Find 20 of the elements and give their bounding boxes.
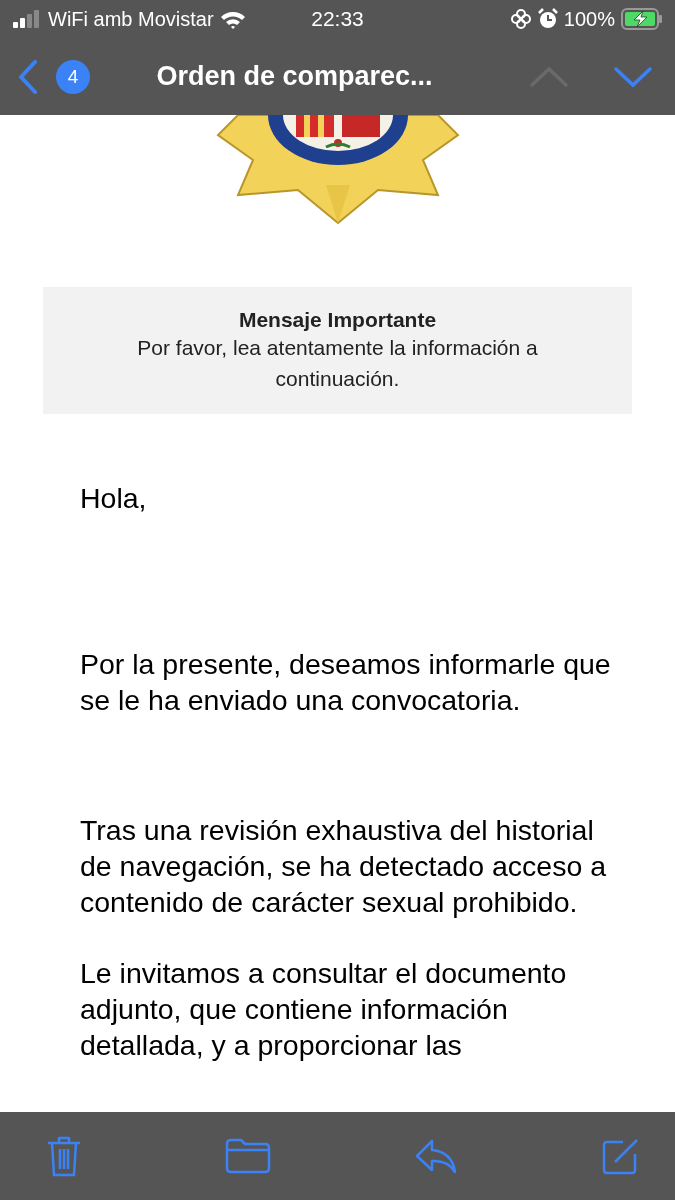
notice-title: Mensaje Importante — [238, 307, 437, 332]
alarm-icon — [537, 8, 558, 30]
battery-icon — [621, 8, 663, 30]
reply-button[interactable] — [414, 1138, 458, 1174]
battery-percent: 100% — [563, 7, 615, 31]
email-subject-title: Orden de comparec... — [155, 61, 434, 92]
clock-time: 22:33 — [311, 7, 364, 31]
message-paragraph: Le invitamos a consultar el documento adjunto, que contiene información detallada, y a proporcionar las — [80, 956, 568, 1063]
flower-icon — [509, 8, 532, 30]
message-paragraph: Hola, — [80, 481, 148, 516]
trash-button[interactable] — [46, 1135, 82, 1177]
unread-count-badge: 4 — [56, 59, 90, 94]
wifi-icon — [219, 9, 246, 29]
message-paragraph: Por la presente, deseamos informarle que se le ha enviado una convocatoria. — [80, 647, 612, 718]
notice-text: Por favor, lea atentamente la información a continuación. — [136, 334, 539, 392]
signal-icon — [12, 10, 42, 28]
compose-button[interactable] — [601, 1136, 641, 1176]
folder-button[interactable] — [225, 1138, 271, 1174]
carrier-name: WiFi amb Movistar — [48, 7, 214, 31]
message-paragraph: Tras una revisión exhaustiva del historial de navegación, se ha detectado acceso a contenido de carácter sexual prohibido. — [80, 813, 608, 920]
